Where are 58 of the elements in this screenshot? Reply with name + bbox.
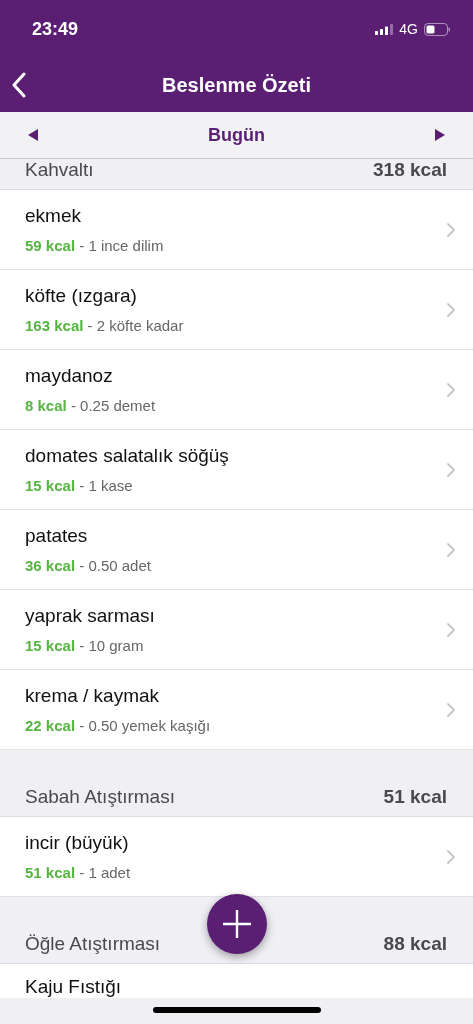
chevron-icon <box>447 542 455 557</box>
food-portion: - 1 kase <box>78 477 133 494</box>
previous-day-icon[interactable] <box>28 129 38 141</box>
food-row[interactable]: Kaju Fıstığı <box>0 964 473 998</box>
chevron-icon <box>447 622 455 637</box>
food-calories: 15 kcal <box>25 637 76 654</box>
food-portion: - 10 gram <box>78 637 144 654</box>
chevron-icon <box>447 222 455 237</box>
food-name: incir (büyük) <box>25 832 129 854</box>
food-row[interactable]: domates salatalık söğüş 15 kcal - 1 kase <box>0 430 473 510</box>
food-calories: 22 kcal <box>25 717 76 734</box>
food-portion: - 2 köfte kadar <box>86 317 184 334</box>
meal-total: 51 kcal <box>383 786 447 808</box>
screen-title: Beslenme Özeti <box>162 73 311 97</box>
chevron-icon <box>447 382 455 397</box>
food-calories: 8 kcal <box>25 397 67 414</box>
food-name: köfte (ızgara) <box>25 285 137 307</box>
food-row[interactable]: ekmek 59 kcal - 1 ince dilim <box>0 190 473 270</box>
food-portion: - 0.50 adet <box>78 557 151 574</box>
food-calories: 36 kcal <box>25 557 76 574</box>
food-name: patates <box>25 525 88 547</box>
signal-icon <box>375 23 394 35</box>
food-calories: 51 kcal <box>25 864 76 881</box>
food-name: yaprak sarması <box>25 605 155 627</box>
food-row[interactable]: krema / kaymak 22 kcal - 0.50 yemek kaşığı <box>0 670 473 750</box>
chevron-icon <box>447 302 455 317</box>
food-portion: - 0.50 yemek kaşığı <box>78 717 211 734</box>
food-portion: - 1 ince dilim <box>78 237 164 254</box>
date-label[interactable]: Bugün <box>208 124 265 146</box>
chevron-icon <box>447 702 455 717</box>
plus-icon <box>222 909 252 939</box>
back-icon[interactable] <box>12 72 26 98</box>
battery-icon <box>424 22 451 36</box>
food-row[interactable]: köfte (ızgara) 163 kcal - 2 köfte kadar <box>0 270 473 350</box>
food-name: Kaju Fıstığı <box>25 976 122 998</box>
food-portion: - 1 adet <box>78 864 131 881</box>
food-calories: 163 kcal <box>25 317 84 334</box>
food-row[interactable]: patates 36 kcal - 0.50 adet <box>0 510 473 590</box>
food-name: krema / kaymak <box>25 685 160 707</box>
chevron-icon <box>447 849 455 864</box>
food-calories: 15 kcal <box>25 477 76 494</box>
chevron-icon <box>447 462 455 477</box>
food-row[interactable]: maydanoz 8 kcal - 0.25 demet <box>0 350 473 430</box>
meal-total: 318 kcal <box>373 159 447 181</box>
meal-total: 88 kcal <box>383 933 447 955</box>
meal-title: Sabah Atıştırması <box>25 786 175 808</box>
status-time: 23:49 <box>32 18 79 40</box>
meal-title: Kahvaltı <box>25 159 94 181</box>
food-name: domates salatalık söğüş <box>25 445 229 467</box>
food-calories: 59 kcal <box>25 237 76 254</box>
network-label: 4G <box>399 21 418 37</box>
food-name: maydanoz <box>25 365 113 387</box>
meal-title: Öğle Atıştırması <box>25 933 161 955</box>
food-row[interactable]: yaprak sarması 15 kcal - 10 gram <box>0 590 473 670</box>
food-name: ekmek <box>25 205 81 227</box>
food-row[interactable]: incir (büyük) 51 kcal - 1 adet <box>0 817 473 897</box>
food-portion: - 0.25 demet <box>69 397 156 414</box>
next-day-icon[interactable] <box>435 129 445 141</box>
